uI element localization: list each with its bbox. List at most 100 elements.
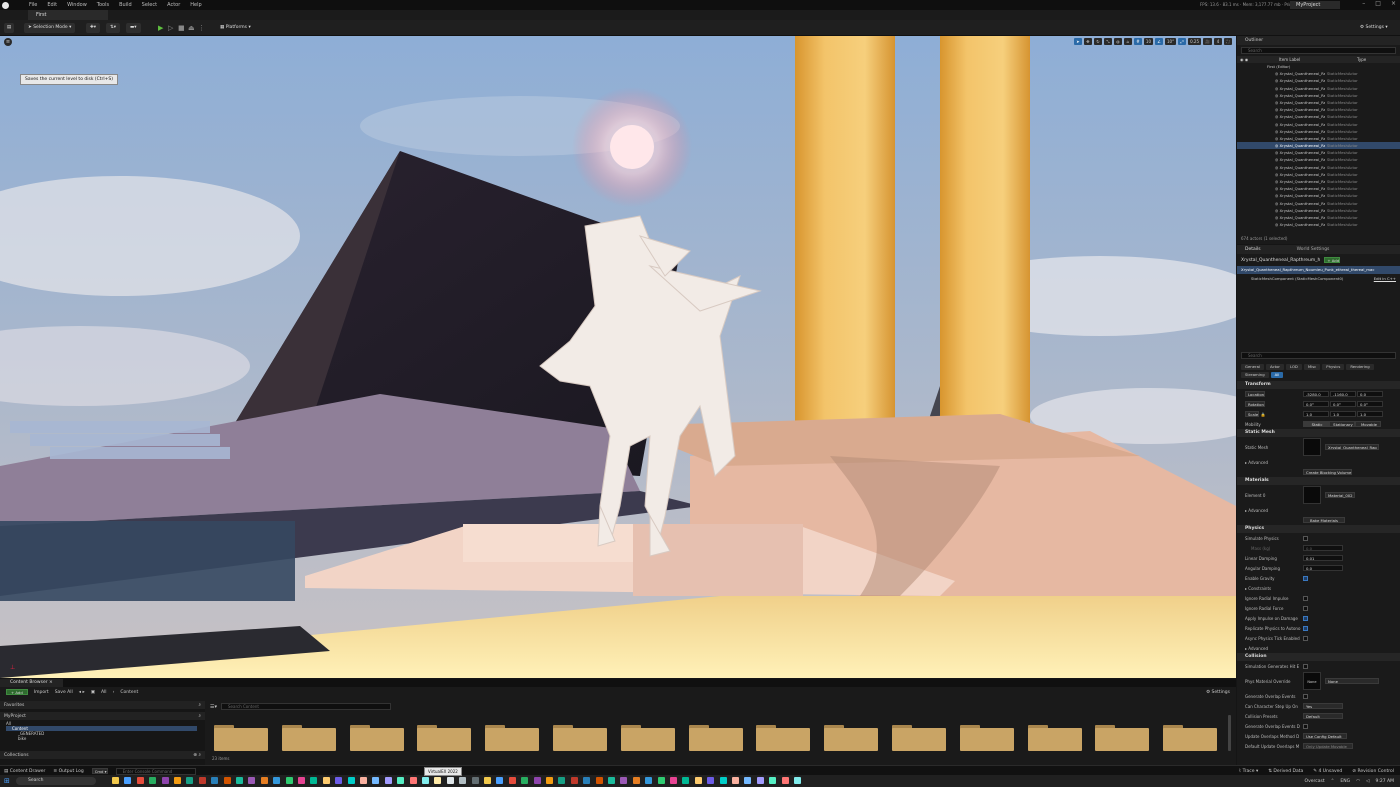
linear-damping-field[interactable]: 0.01 xyxy=(1303,555,1343,561)
selection-mode-dropdown[interactable]: ➤ Selection Mode ▾ xyxy=(24,23,76,33)
scale-snap-icon[interactable]: ⤢ xyxy=(1178,38,1187,45)
tree-bike[interactable]: bike xyxy=(6,736,205,741)
tray-chevron-icon[interactable]: ⌃ xyxy=(1331,779,1335,784)
outliner-row[interactable]: ◎ Xrystal_Quantheneal_Rapthreum_hStaticM… xyxy=(1237,164,1400,171)
taskbar-app-icon[interactable] xyxy=(608,777,615,784)
folder-icon[interactable] xyxy=(1027,725,1082,751)
taskbar-app-icon[interactable] xyxy=(707,777,715,784)
taskbar-app-icon[interactable] xyxy=(756,777,764,784)
derived-data-button[interactable]: ⇅ Derived Data xyxy=(1268,769,1303,774)
taskbar-app-icon[interactable] xyxy=(186,777,194,784)
mobility-movable[interactable]: Movable xyxy=(1355,421,1381,427)
simulate-physics-checkbox[interactable] xyxy=(1303,535,1308,541)
filter-misc[interactable]: Misc xyxy=(1303,364,1321,370)
taskbar-app-icon[interactable] xyxy=(595,777,603,784)
outliner-search-input[interactable]: Search xyxy=(1241,47,1396,54)
column-type[interactable]: Type xyxy=(1357,56,1366,63)
menu-window[interactable]: Window xyxy=(62,2,92,8)
weather-label[interactable]: Overcast xyxy=(1305,779,1325,784)
menu-help[interactable]: Help xyxy=(185,2,206,8)
outliner-row[interactable]: ◎ Xrystal_Quantheneal_Rapthreum_hStaticM… xyxy=(1237,178,1400,185)
minimize-icon[interactable]: – xyxy=(1362,0,1365,7)
location-z-field[interactable]: 0.0 xyxy=(1357,391,1383,397)
platforms-dropdown[interactable]: ▦ Platforms ▾ xyxy=(216,23,255,33)
save-icon[interactable]: ▤ xyxy=(4,23,14,33)
outliner-row[interactable]: ◎ Xrystal_Quantheneal_Rapthreum_hStaticM… xyxy=(1237,77,1400,84)
camera-speed-icon[interactable]: 🎥 xyxy=(1203,38,1212,45)
taskbar-app-icon[interactable] xyxy=(335,777,343,784)
settings-button[interactable]: ⚙ Settings ▾ xyxy=(1356,23,1392,33)
taskbar-app-icon[interactable] xyxy=(570,777,578,784)
ignore-radial-force-checkbox[interactable] xyxy=(1303,605,1308,611)
taskbar-app-icon[interactable] xyxy=(719,777,727,784)
taskbar-app-icon[interactable] xyxy=(136,777,144,784)
outliner-row[interactable]: ◎ Xrystal_Quantheneal_Rapthreum_hStaticM… xyxy=(1237,85,1400,92)
folder-icon[interactable] xyxy=(281,725,336,751)
eject-icon[interactable]: ⏏ xyxy=(188,24,195,32)
close-icon[interactable]: × xyxy=(1391,0,1396,7)
add-button[interactable]: + Add xyxy=(6,689,28,695)
taskbar-app-icon[interactable] xyxy=(397,777,405,784)
content-drawer-button[interactable]: ▤ Content Drawer xyxy=(4,769,45,774)
folder-icon[interactable] xyxy=(1163,725,1218,751)
taskbar-app-icon[interactable] xyxy=(112,777,119,784)
content-search-input[interactable]: Search Content xyxy=(221,703,391,710)
back-icon[interactable]: ◂ ▸ xyxy=(79,690,85,695)
scale-tool-icon[interactable]: ⤡ xyxy=(1103,38,1112,45)
material-dropdown[interactable]: Material_002 xyxy=(1325,492,1355,498)
grid-snap-value[interactable]: 10 xyxy=(1143,38,1154,45)
visibility-eye-icon[interactable]: ◉ ◉ xyxy=(1237,56,1257,63)
static-mesh-section[interactable]: Static Mesh xyxy=(1237,429,1400,437)
taskbar-app-icon[interactable] xyxy=(446,777,454,784)
taskbar-app-icon[interactable] xyxy=(198,777,206,784)
material-thumbnail[interactable] xyxy=(1303,486,1321,504)
collections-header[interactable]: Collections ⊕ ⌕ xyxy=(0,751,205,759)
folder-icon[interactable] xyxy=(553,725,607,751)
select-tool-icon[interactable]: ➤ xyxy=(1073,38,1082,45)
taskbar-app-icon[interactable] xyxy=(161,777,169,784)
rotation-z-field[interactable]: 0.0° xyxy=(1357,401,1383,407)
folder-icon[interactable] xyxy=(1095,725,1150,751)
world-space-icon[interactable]: ◍ xyxy=(1113,38,1122,45)
folder-icon[interactable] xyxy=(349,725,404,751)
menu-build[interactable]: Build xyxy=(114,2,137,8)
grid-snap-icon[interactable]: # xyxy=(1133,38,1142,45)
angular-damping-field[interactable]: 0.0 xyxy=(1303,565,1343,571)
outliner-row[interactable]: ◎ Xrystal_Quantheneal_Rapthreum_hStaticM… xyxy=(1237,185,1400,192)
create-blocking-volume-button[interactable]: Create Blocking Volume xyxy=(1303,469,1353,475)
location-x-field[interactable]: -5280.0 xyxy=(1303,391,1329,397)
outliner-row[interactable]: ◎ Xrystal_Quantheneal_Rapthreum_hStaticM… xyxy=(1237,92,1400,99)
materials-section[interactable]: Materials xyxy=(1237,477,1400,485)
taskbar-app-icon[interactable] xyxy=(533,777,541,784)
static-mesh-advanced[interactable]: ▸ Advanced xyxy=(1237,457,1400,467)
taskbar-app-icon[interactable] xyxy=(484,777,491,784)
taskbar-app-icon[interactable] xyxy=(583,777,591,784)
outliner-row[interactable]: ◎ Xrystal_Quantheneal_Rapthreum_hStaticM… xyxy=(1237,156,1400,163)
level-viewport[interactable]: Saves the current level to disk (Ctrl+S)… xyxy=(0,36,1236,678)
outliner-row[interactable]: ◎ Xrystal_Quantheneal_Rapthreum_hStaticM… xyxy=(1237,214,1400,221)
taskbar-app-icon[interactable] xyxy=(248,777,256,784)
taskbar-app-icon[interactable] xyxy=(682,777,690,784)
blueprint-button[interactable]: ⇅▾ xyxy=(106,23,121,33)
taskbar-app-icon[interactable] xyxy=(298,777,305,784)
location-dropdown[interactable]: Location xyxy=(1245,391,1266,397)
taskbar-app-icon[interactable] xyxy=(310,777,318,784)
taskbar-app-icon[interactable] xyxy=(285,777,293,784)
filter-actor[interactable]: Actor xyxy=(1265,364,1284,370)
update-method-dropdown[interactable]: Use Config Default xyxy=(1303,733,1347,739)
static-mesh-thumbnail[interactable] xyxy=(1303,438,1321,456)
column-item-label[interactable]: Item Label xyxy=(1257,56,1357,63)
overlap-checkbox[interactable] xyxy=(1303,693,1308,699)
asset-scrollbar[interactable] xyxy=(1228,715,1231,751)
unreal-logo-icon[interactable] xyxy=(0,0,10,10)
taskbar-app-icon[interactable] xyxy=(657,777,665,784)
add-actor-button[interactable]: ✚▾ xyxy=(86,23,101,33)
mass-field[interactable]: 0.0 xyxy=(1303,545,1343,551)
folder-icon[interactable] xyxy=(756,725,811,751)
folder-icon[interactable] xyxy=(214,725,268,751)
filter-all[interactable]: All xyxy=(1270,372,1284,378)
materials-advanced[interactable]: ▸ Advanced xyxy=(1237,505,1400,515)
actor-name[interactable]: Xrystal_Quantheneal_Rapthreum_h xyxy=(1241,258,1320,263)
presets-dropdown[interactable]: Default xyxy=(1303,713,1343,719)
path-all[interactable]: All xyxy=(101,690,107,695)
